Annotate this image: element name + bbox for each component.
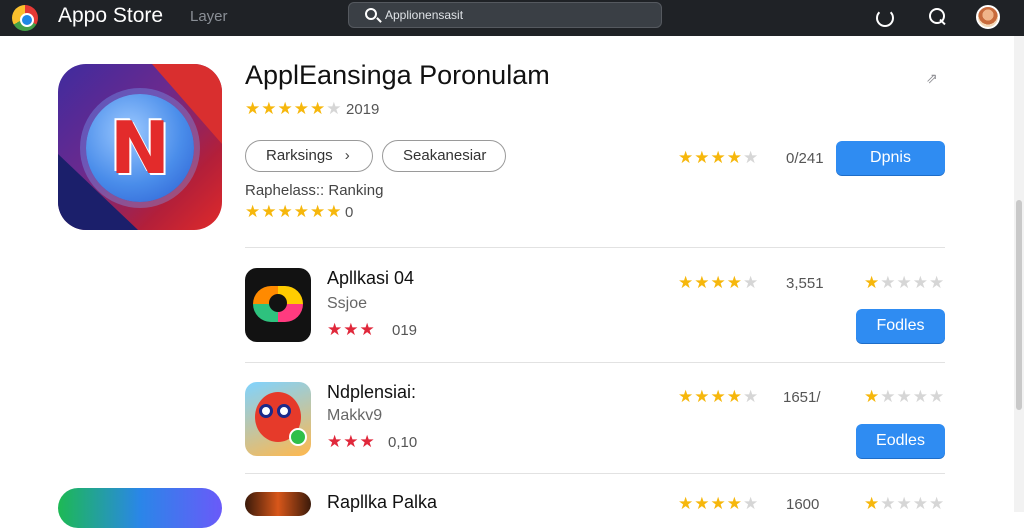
secondary-app-icon[interactable] <box>58 488 222 528</box>
icon-eye <box>277 404 291 418</box>
search-icon <box>365 8 377 20</box>
divider <box>245 473 945 474</box>
row-2-red-rating: 0,10 <box>388 434 418 451</box>
divider <box>245 247 945 248</box>
featured-app-title: ApplEansinga Poronulam <box>245 60 550 90</box>
row-1-red-stars: ★★★ <box>327 320 376 339</box>
row-2-subtitle: Makkv9 <box>327 407 383 424</box>
row-2-right-rating: 1651/ <box>783 389 821 406</box>
store-logo-icon[interactable] <box>12 5 38 31</box>
row-3-title[interactable]: Rapllka Palka <box>327 492 437 513</box>
refresh-icon[interactable] <box>872 5 896 29</box>
featured-star-rating: ★★★★★★ <box>245 99 343 118</box>
app-title: Appo Store <box>58 4 164 27</box>
row-2-mini-stars: ★★★★★ <box>864 387 946 406</box>
row-2-action-button[interactable]: Eodles <box>856 424 945 458</box>
icon-badge <box>289 428 307 446</box>
search-button-icon[interactable] <box>925 5 949 29</box>
app-icon-row-2[interactable] <box>245 382 311 456</box>
category-pill[interactable]: Seakanesiar <box>382 140 506 172</box>
featured-app-icon[interactable]: N <box>58 64 222 230</box>
icon-eye <box>259 404 273 418</box>
row-2-stars: ★★★★★ <box>678 387 760 406</box>
featured-ranking-value: 0 <box>345 204 354 221</box>
row-1-title[interactable]: Apllkasi 04 <box>327 268 414 289</box>
row-1-mini-stars: ★★★★★ <box>864 273 946 292</box>
scrollbar-thumb[interactable] <box>1016 200 1022 410</box>
row-1-right-rating: 3,551 <box>786 275 824 292</box>
search-input[interactable] <box>385 6 645 24</box>
avatar[interactable] <box>976 5 1000 29</box>
row-3-mini-stars: ★★★★★ <box>864 494 946 513</box>
pin-icon[interactable]: ⇗ <box>926 70 938 87</box>
row-1-stars: ★★★★★ <box>678 273 760 292</box>
featured-rating-text: 2019 <box>346 101 380 118</box>
featured-right-rating: 0/241 <box>786 150 824 167</box>
row-1-subtitle: Ssjoe <box>327 295 368 312</box>
rankings-pill-label: Rarksings <box>266 147 333 164</box>
top-bar: Appo Store Layer <box>0 0 1024 36</box>
app-icon-row-1[interactable] <box>245 268 311 342</box>
divider <box>245 362 945 363</box>
category-pill-label: Seakanesiar <box>403 147 487 164</box>
rankings-pill[interactable]: Rarksings › <box>245 140 373 172</box>
app-icon-row-3[interactable] <box>245 492 311 516</box>
chevron-right-icon: › <box>344 147 350 164</box>
search-bar[interactable] <box>348 2 662 28</box>
row-3-stars: ★★★★★ <box>678 494 760 513</box>
icon-letter: N <box>109 106 171 190</box>
nav-link-layer[interactable]: Layer <box>190 8 228 25</box>
row-2-red-stars: ★★★ <box>327 432 376 451</box>
featured-sub-label: Raphelass:: Ranking <box>245 182 384 199</box>
featured-action-button[interactable]: Dpnis <box>836 141 945 175</box>
row-1-action-button[interactable]: Fodles <box>856 309 945 343</box>
row-3-right-rating: 1600 <box>786 496 820 513</box>
featured-right-stars: ★★★★★ <box>678 148 760 167</box>
featured-ranking-stars: ★★★★★★ <box>245 202 343 221</box>
row-1-red-rating: 019 <box>392 322 418 339</box>
row-2-title[interactable]: Ndplensiai: <box>327 382 416 403</box>
icon-dot <box>269 294 287 312</box>
